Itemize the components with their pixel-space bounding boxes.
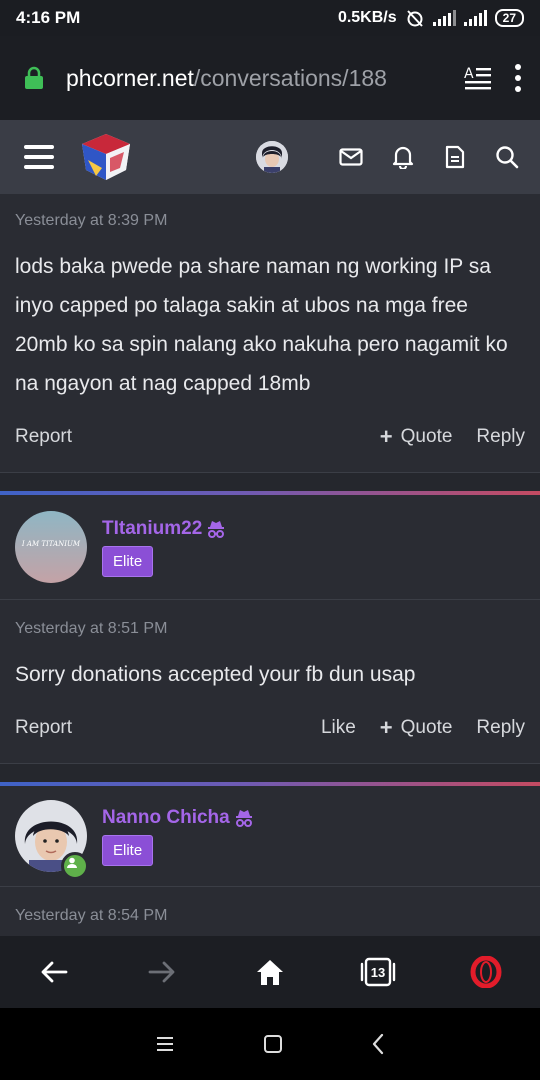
- role-badge: Elite: [102, 545, 154, 577]
- like-button[interactable]: Like: [321, 717, 356, 739]
- system-back-icon[interactable]: [371, 1033, 385, 1055]
- avatar-wrapper: [15, 800, 89, 880]
- home-icon[interactable]: [253, 955, 287, 989]
- status-time: 4:16 PM: [16, 8, 81, 27]
- message-body: lods baka pwede pa share naman ng workin…: [15, 255, 508, 395]
- incognito-badge-icon: [235, 809, 252, 827]
- back-arrow-icon[interactable]: [37, 955, 71, 989]
- alarm-off-icon: [406, 10, 423, 27]
- role-badge: Elite: [102, 834, 154, 866]
- network-speed: 0.5KB/s: [337, 9, 397, 26]
- message-timestamp[interactable]: Yesterday at 8:51 PM: [15, 620, 525, 638]
- site-nav: [0, 120, 540, 194]
- status-right: 0.5KB/s 27: [338, 8, 524, 28]
- menu-kebab-icon[interactable]: [514, 64, 522, 92]
- quote-button[interactable]: + Quote: [380, 424, 453, 450]
- search-icon[interactable]: [494, 144, 520, 170]
- reply-button[interactable]: Reply: [476, 426, 525, 448]
- incognito-badge-icon: [208, 520, 225, 538]
- message-timestamp[interactable]: Yesterday at 8:54 PM: [15, 907, 525, 925]
- online-status-icon: [61, 852, 89, 880]
- quote-label: Quote: [400, 717, 453, 738]
- bell-icon[interactable]: [390, 144, 416, 170]
- document-icon[interactable]: [442, 144, 468, 170]
- system-nav-bar: [0, 1008, 540, 1080]
- message-actions: Report + Quote Reply: [15, 422, 525, 452]
- url-host: phcorner.net: [66, 64, 194, 91]
- status-bar: 4:16 PM 0.5KB/s 27: [0, 0, 540, 36]
- svg-text:A: A: [464, 66, 474, 82]
- author-name[interactable]: Nanno Chicha: [102, 807, 254, 829]
- reply-button[interactable]: Reply: [476, 717, 525, 739]
- quote-button[interactable]: + Quote: [380, 715, 453, 741]
- hamburger-menu-icon[interactable]: [24, 145, 54, 169]
- message-timestamp[interactable]: Yesterday at 8:39 PM: [15, 212, 525, 230]
- author-name-text: TItanium22: [102, 517, 203, 539]
- message-body: Sorry donations accepted your fb dun usa…: [15, 663, 416, 686]
- lock-icon: [25, 66, 43, 89]
- recents-icon[interactable]: [155, 1035, 175, 1053]
- forward-arrow-icon[interactable]: [145, 955, 179, 989]
- tab-count: 13: [370, 964, 386, 980]
- address-bar[interactable]: phcorner.net/conversations/188 A: [0, 36, 540, 120]
- author-info: Nanno Chicha Elite: [102, 807, 254, 866]
- url-text[interactable]: phcorner.net/conversations/188: [66, 65, 450, 92]
- plus-icon: +: [379, 424, 393, 449]
- report-link[interactable]: Report: [15, 717, 72, 739]
- user-avatar[interactable]: [256, 141, 288, 173]
- battery-icon: 27: [494, 9, 524, 27]
- author-row: Nanno Chicha Elite: [0, 786, 540, 886]
- plus-icon: +: [379, 715, 393, 740]
- signal-4g-icon: [463, 10, 487, 26]
- browser-toolbar: 13: [0, 936, 540, 1008]
- conversation: Yesterday at 8:39 PM lods baka pwede pa …: [0, 194, 540, 985]
- message-1: Yesterday at 8:39 PM lods baka pwede pa …: [0, 194, 540, 472]
- avatar-caption: I AM TITANIUM: [21, 540, 81, 548]
- report-link[interactable]: Report: [15, 426, 72, 448]
- site-logo[interactable]: [80, 132, 132, 182]
- message-actions: Report Like + Quote Reply: [15, 713, 525, 743]
- author-name[interactable]: TItanium22: [102, 518, 226, 540]
- avatar-titanium[interactable]: I AM TITANIUM: [15, 511, 87, 583]
- system-home-icon[interactable]: [263, 1034, 283, 1054]
- quote-label: Quote: [400, 426, 453, 447]
- opera-menu-icon[interactable]: [469, 955, 503, 989]
- author-name-text: Nanno Chicha: [102, 806, 230, 828]
- author-info: TItanium22 Elite: [102, 518, 226, 577]
- author-row: I AM TITANIUM TItanium22 Elite: [0, 495, 540, 599]
- url-path: /conversations/188: [193, 64, 387, 91]
- signal-5g-icon: [432, 10, 456, 26]
- tabs-icon[interactable]: 13: [360, 955, 396, 989]
- app-screen: 4:16 PM 0.5KB/s 27 phcorner.net/conversa…: [0, 0, 540, 1080]
- message-2: I AM TITANIUM TItanium22 Elite Yesterday…: [0, 495, 540, 763]
- reader-mode-icon[interactable]: A: [464, 65, 492, 91]
- mail-icon[interactable]: [338, 144, 364, 170]
